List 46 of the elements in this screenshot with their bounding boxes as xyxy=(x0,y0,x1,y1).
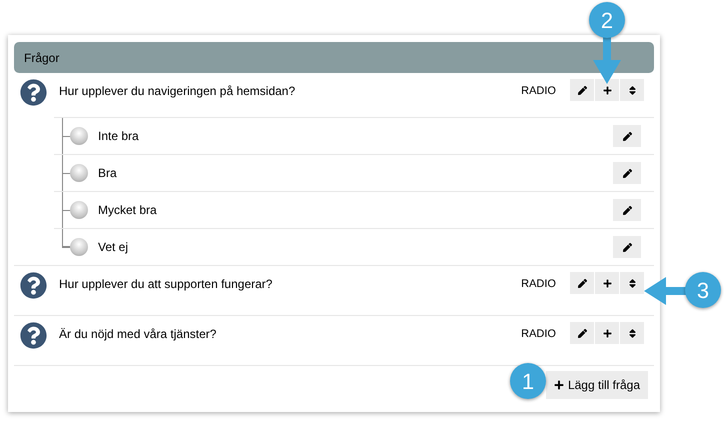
plus-icon xyxy=(602,86,612,94)
option-label: Bra xyxy=(98,165,117,182)
callout-arrow xyxy=(592,36,622,86)
edit-button[interactable] xyxy=(613,199,641,221)
panel-title: Frågor xyxy=(24,50,60,66)
option-label: Vet ej xyxy=(98,239,128,256)
add-question-button[interactable]: Lägg till fråga xyxy=(546,371,648,399)
edit-button[interactable] xyxy=(570,322,594,344)
pencil-icon xyxy=(622,242,632,252)
sort-button[interactable] xyxy=(620,272,644,294)
sort-icon xyxy=(626,84,638,96)
edit-button[interactable] xyxy=(613,162,641,184)
edit-button[interactable] xyxy=(613,236,641,258)
add-option-button[interactable] xyxy=(595,79,619,101)
pencil-icon xyxy=(578,86,586,94)
plus-icon xyxy=(602,278,612,288)
question-icon xyxy=(20,79,47,106)
question-type: RADIO xyxy=(521,84,556,99)
question-type: RADIO xyxy=(521,327,556,342)
question-text: Hur upplever du att supporten fungerar? xyxy=(59,276,272,293)
question-text: Är du nöjd med våra tjänster? xyxy=(59,326,216,343)
add-option-button[interactable] xyxy=(595,322,619,344)
sort-button[interactable] xyxy=(620,79,644,101)
pencil-icon xyxy=(622,168,632,178)
callout-badge: 2 xyxy=(589,2,625,38)
sort-icon xyxy=(626,328,638,338)
plus-icon xyxy=(602,328,612,338)
edit-button[interactable] xyxy=(570,79,594,101)
question-icon xyxy=(20,272,47,299)
option-label: Mycket bra xyxy=(98,202,157,219)
sort-icon xyxy=(626,278,638,288)
pencil-icon xyxy=(578,278,586,288)
add-option-button[interactable] xyxy=(595,272,619,294)
callout-arrow xyxy=(644,276,688,306)
sort-button[interactable] xyxy=(620,322,644,344)
question-text: Hur upplever du navigeringen på hemsidan? xyxy=(59,83,296,100)
plus-icon xyxy=(554,380,564,390)
option-label: Inte bra xyxy=(98,128,139,145)
question-type: RADIO xyxy=(521,277,556,292)
pencil-icon xyxy=(578,328,586,338)
pencil-icon xyxy=(622,206,632,214)
question-icon xyxy=(20,322,47,349)
pencil-icon xyxy=(622,132,632,140)
edit-button[interactable] xyxy=(613,125,641,147)
edit-button[interactable] xyxy=(570,272,594,294)
callout-badge: 3 xyxy=(685,272,721,308)
